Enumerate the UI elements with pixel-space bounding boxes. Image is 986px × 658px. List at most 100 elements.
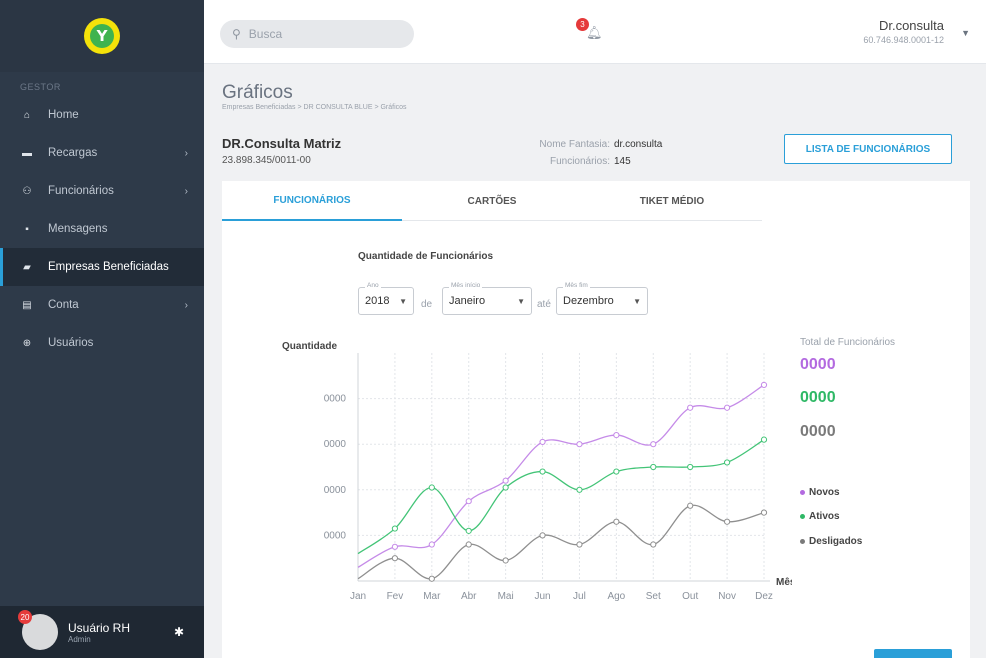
breadcrumb[interactable]: Empresas Beneficiadas > DR CONSULTA BLUE… [222, 104, 407, 111]
fantasy-name-label: Nome Fantasia: [539, 139, 610, 150]
data-point-desligados [502, 557, 509, 564]
data-point-desligados [465, 541, 472, 548]
sidebar-item-home[interactable]: ⌂ Home [0, 96, 204, 134]
series-line-ativos [357, 439, 765, 555]
end-month-label: Mês fim [563, 282, 590, 289]
account-icon: ▤ [22, 299, 32, 311]
fantasy-name-value: dr.consulta [614, 139, 663, 150]
user-name: Usuário RH [68, 620, 131, 635]
data-point-ativos [539, 468, 546, 475]
sidebar: Y GESTOR ⌂ Home ▬ Recargas › ⚇ Funcionários › ▪ M… [0, 0, 204, 658]
sidebar-item-label: Funcionários [48, 185, 114, 197]
data-point-desligados [687, 502, 694, 509]
start-month-label: Mês início [449, 282, 483, 289]
x-tick-label: Mai [498, 591, 514, 602]
data-point-ativos [760, 436, 768, 443]
data-point-ativos [465, 527, 472, 534]
chart-card: FUNCIONÁRIOS CARTÕES TIKET MÉDIO Quantid… [222, 181, 970, 658]
tab-cartoes[interactable]: CARTÕES [402, 181, 582, 221]
sidebar-nav: ⌂ Home ▬ Recargas › ⚇ Funcionários › ▪ Mensagens ▰… [0, 96, 204, 362]
x-tick-label: Jan [350, 591, 366, 602]
legend-ativos[interactable]: Ativos [800, 511, 840, 522]
chart-title: Quantidade de Funcionários [358, 251, 494, 262]
sidebar-item-funcionários[interactable]: ⚇ Funcionários › [0, 172, 204, 210]
legend-label-ativos: Ativos [809, 511, 840, 522]
x-tick-label: Jul [573, 591, 586, 602]
data-point-ativos [576, 486, 583, 493]
legend-desligados[interactable]: Desligados [800, 536, 862, 547]
card-icon: ▬ [22, 147, 32, 159]
avatar[interactable]: 20 [18, 610, 58, 650]
account-info[interactable]: Dr.consulta 60.746.948.0001-12 [863, 18, 944, 45]
data-point-ativos [502, 484, 509, 491]
brand-logo-letter: Y [90, 24, 114, 48]
sidebar-item-recargas[interactable]: ▬ Recargas › [0, 134, 204, 172]
notifications-button[interactable]: 🔔︎ 3 [576, 18, 603, 42]
account-name: Dr.consulta [878, 18, 944, 33]
data-point-ativos [391, 525, 399, 532]
x-tick-label: Mar [423, 591, 441, 602]
end-month-select[interactable]: Mês fim Dezembro ▼ [556, 282, 648, 315]
data-point-novos [613, 431, 620, 439]
data-point-novos [502, 477, 509, 484]
briefcase-icon: ▰ [23, 261, 31, 273]
x-tick-label: Jun [534, 591, 550, 602]
y-tick-label: 0000 [324, 530, 347, 541]
x-tick-label: Abr [461, 591, 477, 602]
tab-tiket-medio[interactable]: TIKET MÉDIO [582, 181, 762, 221]
totals-title: Total de Funcionários [800, 337, 896, 348]
chevron-down-icon: ▼ [399, 296, 407, 306]
y-tick-label: 0000 [324, 394, 347, 405]
legend-label-desligados: Desligados [809, 536, 863, 547]
x-tick-label: Dez [755, 591, 773, 602]
sidebar-item-label: Empresas Beneficiadas [48, 261, 169, 273]
sidebar-item-conta[interactable]: ▤ Conta › [0, 286, 204, 324]
total-ativos: 0000 [800, 389, 836, 406]
data-point-desligados [723, 518, 731, 525]
employee-list-button[interactable]: LISTA DE FUNCIONÁRIOS [784, 134, 952, 164]
data-point-desligados [650, 541, 657, 548]
sidebar-item-mensagens[interactable]: ▪ Mensagens [0, 210, 204, 248]
x-tick-label: Ago [607, 591, 625, 602]
data-point-ativos [723, 459, 731, 466]
legend-label-novos: Novos [809, 487, 840, 498]
legend-dot-desligados [800, 538, 805, 544]
legend-novos[interactable]: Novos [800, 487, 840, 498]
sidebar-section-label: GESTOR [20, 82, 61, 92]
data-point-desligados [428, 575, 435, 582]
legend-dot-ativos [800, 513, 805, 519]
chevron-down-icon[interactable]: ▼ [961, 28, 970, 38]
tab-funcionarios[interactable]: FUNCIONÁRIOS [222, 181, 402, 221]
user-role: Admin [68, 634, 91, 644]
logo-area: Y [0, 0, 204, 72]
search-placeholder: Busca [248, 27, 283, 41]
users-icon: ⊕ [22, 337, 32, 349]
data-point-desligados [576, 541, 583, 548]
brand-logo[interactable]: Y [84, 18, 120, 54]
chevron-right-icon: › [184, 147, 188, 159]
data-point-desligados [613, 518, 620, 525]
sidebar-item-empresas-beneficiadas[interactable]: ▰ Empresas Beneficiadas [0, 248, 204, 286]
company-cnpj: 23.898.345/0011-00 [222, 155, 311, 166]
data-point-novos [760, 381, 768, 389]
bell-icon: 🔔︎ [586, 25, 603, 40]
x-axis-title: Mês [776, 577, 792, 588]
action-button[interactable] [874, 649, 952, 658]
sidebar-item-label: Mensagens [48, 223, 108, 235]
data-point-ativos [650, 463, 657, 471]
total-desligados: 0000 [800, 423, 836, 440]
data-point-novos [687, 404, 694, 411]
gear-icon[interactable]: ✱ [174, 625, 184, 639]
data-point-novos [539, 438, 546, 446]
series-line-desligados [357, 504, 765, 580]
year-select[interactable]: Ano 2018 ▼ [358, 282, 414, 315]
data-point-novos [465, 498, 472, 505]
x-tick-label: Nov [718, 591, 736, 602]
x-tick-label: Fev [387, 591, 404, 602]
sidebar-item-usuários[interactable]: ⊕ Usuários [0, 324, 204, 362]
search-input[interactable]: ⚲ Busca [220, 20, 414, 48]
data-point-novos [723, 404, 731, 411]
user-box[interactable]: 20 Usuário RH Admin ✱ [0, 606, 204, 658]
start-month-select[interactable]: Mês início Janeiro ▼ [442, 282, 532, 315]
data-point-ativos [428, 484, 435, 491]
